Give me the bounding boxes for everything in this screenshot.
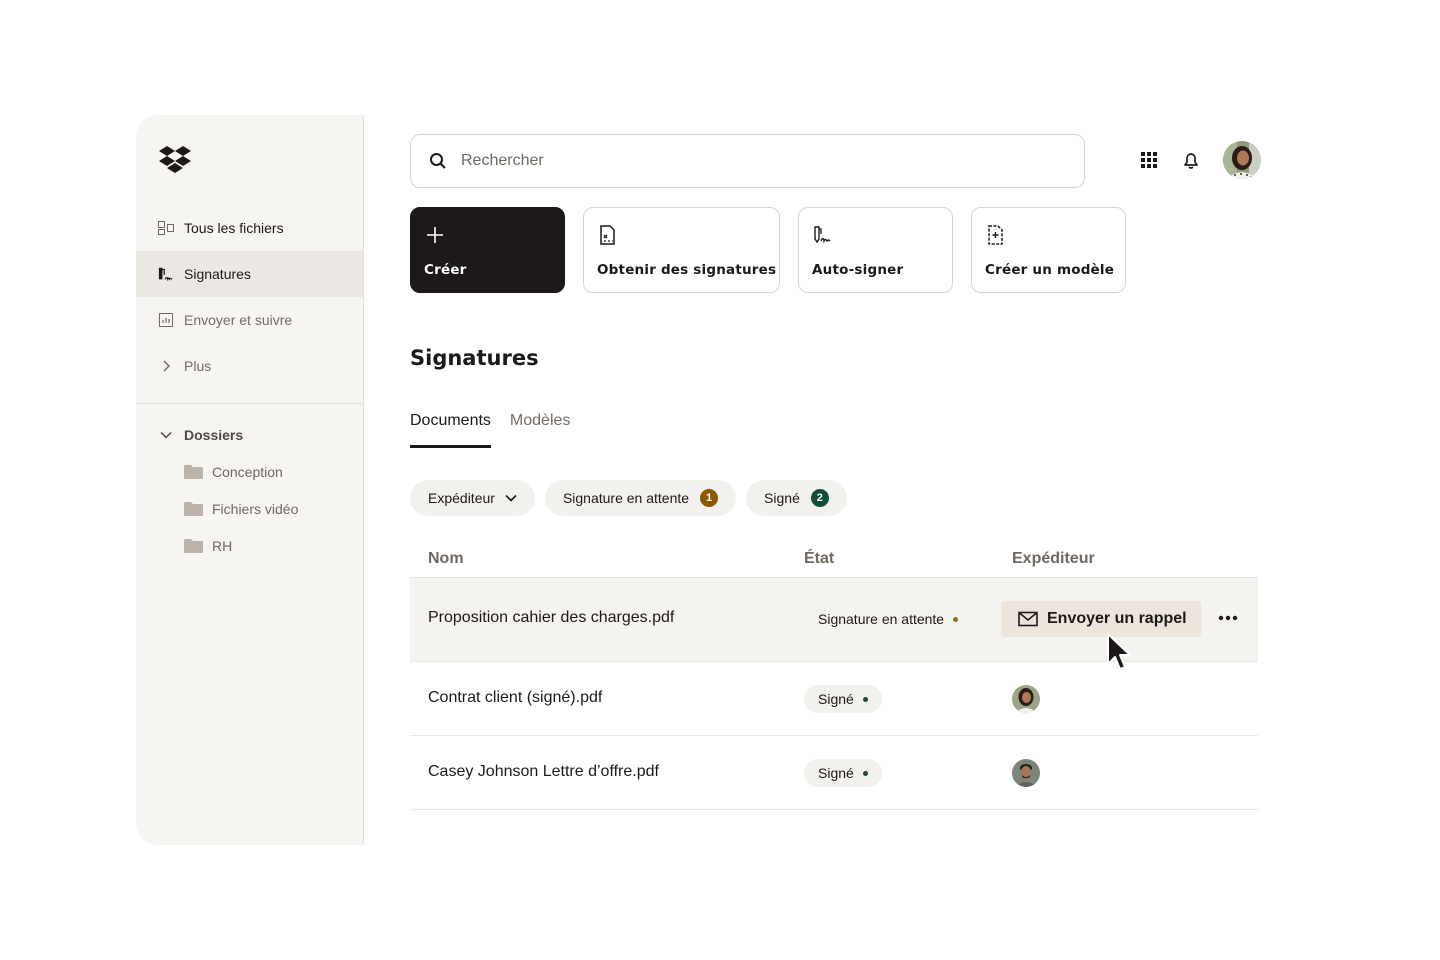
avatar-image: [1223, 141, 1261, 179]
count-badge: 1: [700, 489, 719, 507]
plus-icon: [427, 227, 443, 243]
apps-grid-icon: [1141, 152, 1157, 168]
status-text: Signé: [818, 691, 854, 707]
send-reminder-label: Envoyer un rappel: [1047, 610, 1187, 627]
chart-icon: [158, 312, 174, 328]
sidebar-item-signatures[interactable]: Signatures: [136, 251, 363, 297]
tabs: Documents Modèles: [410, 412, 570, 448]
create-label: Créer: [424, 262, 467, 278]
sidebar-item-label: Plus: [184, 358, 212, 374]
tab-templates[interactable]: Modèles: [510, 412, 570, 448]
top-icons: [1135, 140, 1261, 180]
table-row[interactable]: Casey Johnson Lettre d’offre.pdf Signé: [410, 736, 1258, 810]
file-name[interactable]: Proposition cahier des charges.pdf: [428, 609, 674, 627]
status-badge: Signé: [804, 759, 882, 787]
filter-pending[interactable]: Signature en attente 1: [544, 480, 737, 516]
folder-icon: [184, 538, 203, 553]
table-row[interactable]: Proposition cahier des charges.pdf Signa…: [410, 578, 1258, 662]
sidebar-item-label: Signatures: [184, 266, 251, 282]
status-dot: [862, 696, 868, 702]
folders-toggle[interactable]: Dossiers: [136, 417, 363, 453]
sidebar-item-all-files[interactable]: Tous les fichiers: [136, 205, 363, 251]
folders-section: Dossiers Conception Fichiers vidéo RH: [136, 417, 363, 564]
create-button[interactable]: Créer: [410, 207, 565, 293]
action-cards: Créer Obtenir des signatures Auto-signer…: [410, 207, 1126, 293]
status-badge: Signé: [804, 685, 882, 713]
folder-item-rh[interactable]: RH: [136, 527, 363, 564]
create-template-button[interactable]: Créer un modèle: [971, 207, 1126, 293]
sidebar-divider: [136, 403, 363, 404]
bell-icon: [1184, 153, 1198, 169]
pen-signature-icon: [814, 226, 831, 244]
document-sign-icon: [600, 225, 615, 245]
table-header: Nom État Expéditeur: [410, 540, 1258, 578]
folder-item-videos[interactable]: Fichiers vidéo: [136, 490, 363, 527]
notifications-button[interactable]: [1177, 140, 1205, 180]
sidebar-item-more[interactable]: Plus: [136, 343, 363, 389]
apps-grid-button[interactable]: [1135, 140, 1163, 180]
folder-icon: [184, 501, 203, 516]
filter-label: Signature en attente: [562, 490, 690, 506]
user-avatar[interactable]: [1223, 141, 1261, 179]
sidebar-nav: Tous les fichiers Signatures Envoyer et …: [136, 205, 363, 389]
folder-item-conception[interactable]: Conception: [136, 453, 363, 490]
get-signatures-button[interactable]: Obtenir des signatures: [583, 207, 780, 293]
folders-header: Dossiers: [184, 427, 244, 443]
filter-signed[interactable]: Signé 2: [746, 480, 847, 516]
filters: Expéditeur Signature en attente 1 Signé …: [410, 480, 847, 516]
page-title: Signatures: [410, 346, 539, 370]
sender-avatar[interactable]: [1012, 685, 1040, 713]
more-horizontal-icon: [1218, 615, 1238, 621]
file-name[interactable]: Casey Johnson Lettre d’offre.pdf: [428, 763, 659, 781]
signature-icon: [158, 266, 174, 282]
create-template-label: Créer un modèle: [985, 262, 1115, 278]
folder-label: RH: [212, 537, 233, 554]
folder-label: Fichiers vidéo: [212, 500, 299, 517]
chevron-down-icon: [505, 494, 517, 502]
status-dot: [953, 616, 959, 622]
status-label: Signature en attente: [818, 611, 959, 627]
sidebar-item-label: Tous les fichiers: [184, 220, 284, 236]
sidebar-item-send-track[interactable]: Envoyer et suivre: [136, 297, 363, 343]
man-avatar-icon: [1012, 759, 1040, 787]
sender-avatar[interactable]: [1012, 759, 1040, 787]
folder-label: Conception: [212, 463, 283, 480]
documents-table: Nom État Expéditeur Proposition cahier d…: [410, 540, 1258, 810]
file-name[interactable]: Contrat client (signé).pdf: [428, 689, 602, 707]
sidebar-item-label: Envoyer et suivre: [184, 312, 293, 328]
files-icon: [158, 220, 174, 236]
folder-icon: [184, 464, 203, 479]
column-header-state[interactable]: État: [804, 550, 834, 568]
dropbox-logo-icon[interactable]: [158, 145, 192, 175]
status-dot: [862, 770, 868, 776]
search-icon: [430, 153, 446, 169]
woman-avatar-icon: [1012, 685, 1040, 713]
get-signatures-label: Obtenir des signatures: [597, 262, 777, 278]
filter-sender-dropdown[interactable]: Expéditeur: [410, 480, 535, 516]
send-reminder-button[interactable]: Envoyer un rappel: [1001, 601, 1201, 637]
search-input[interactable]: [461, 152, 1021, 170]
self-sign-button[interactable]: Auto-signer: [798, 207, 953, 293]
column-header-sender[interactable]: Expéditeur: [1012, 550, 1095, 568]
self-sign-label: Auto-signer: [812, 262, 904, 278]
table-row[interactable]: Contrat client (signé).pdf Signé: [410, 662, 1258, 736]
column-header-name[interactable]: Nom: [428, 550, 464, 568]
chevron-right-icon: [158, 358, 174, 374]
filter-label: Expéditeur: [428, 490, 495, 506]
mail-icon: [1018, 611, 1038, 627]
template-add-icon: [988, 225, 1003, 245]
status-text: Signature en attente: [818, 611, 945, 627]
status-text: Signé: [818, 765, 854, 781]
tab-documents[interactable]: Documents: [410, 412, 491, 448]
search-bar[interactable]: [410, 134, 1085, 188]
sidebar: Tous les fichiers Signatures Envoyer et …: [136, 115, 364, 845]
filter-label: Signé: [764, 490, 800, 506]
chevron-down-icon: [158, 431, 174, 439]
count-badge: 2: [810, 489, 829, 507]
more-options-button[interactable]: [1216, 606, 1240, 630]
